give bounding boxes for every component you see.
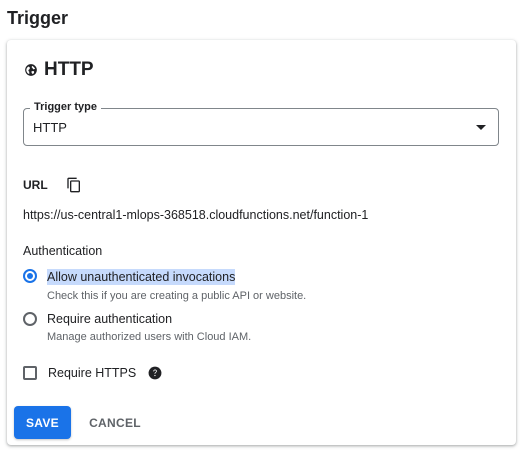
dropdown-arrow-icon <box>476 125 486 130</box>
radio-require-authentication[interactable]: Require authentication Manage authorized… <box>23 311 251 343</box>
trigger-type-select[interactable]: Trigger type HTTP <box>23 101 499 146</box>
cancel-button[interactable]: CANCEL <box>83 406 147 439</box>
radio-allow-unauthenticated[interactable]: Allow unauthenticated invocations Check … <box>23 268 306 302</box>
section-title: Trigger <box>7 8 69 28</box>
help-icon[interactable] <box>148 366 162 380</box>
radio-button-checked[interactable] <box>23 269 37 283</box>
card-title: HTTP <box>44 59 94 80</box>
radio-hint: Check this if you are creating a public … <box>47 290 307 302</box>
trigger-card: HTTP Trigger type HTTP URL https://us-ce… <box>7 40 516 445</box>
trigger-type-value: HTTP <box>33 120 67 135</box>
require-https-row: Require HTTPS <box>23 366 162 380</box>
authentication-label: Authentication <box>23 244 103 258</box>
url-row: URL <box>23 177 82 193</box>
radio-label: Allow unauthenticated invocations <box>47 269 236 285</box>
copy-icon[interactable] <box>66 177 82 193</box>
save-button[interactable]: SAVE <box>14 406 71 439</box>
trigger-type-label: Trigger type <box>30 101 101 113</box>
card-header: HTTP <box>24 59 94 81</box>
radio-hint: Manage authorized users with Cloud IAM. <box>47 331 252 343</box>
url-value: https://us-central1-mlops-368518.cloudfu… <box>23 208 369 222</box>
require-https-checkbox[interactable] <box>23 366 37 380</box>
url-label: URL <box>23 178 48 192</box>
radio-label: Require authentication <box>47 312 173 326</box>
require-https-label: Require HTTPS <box>48 366 137 380</box>
globe-icon <box>25 64 37 76</box>
radio-button-unchecked[interactable] <box>23 312 37 326</box>
